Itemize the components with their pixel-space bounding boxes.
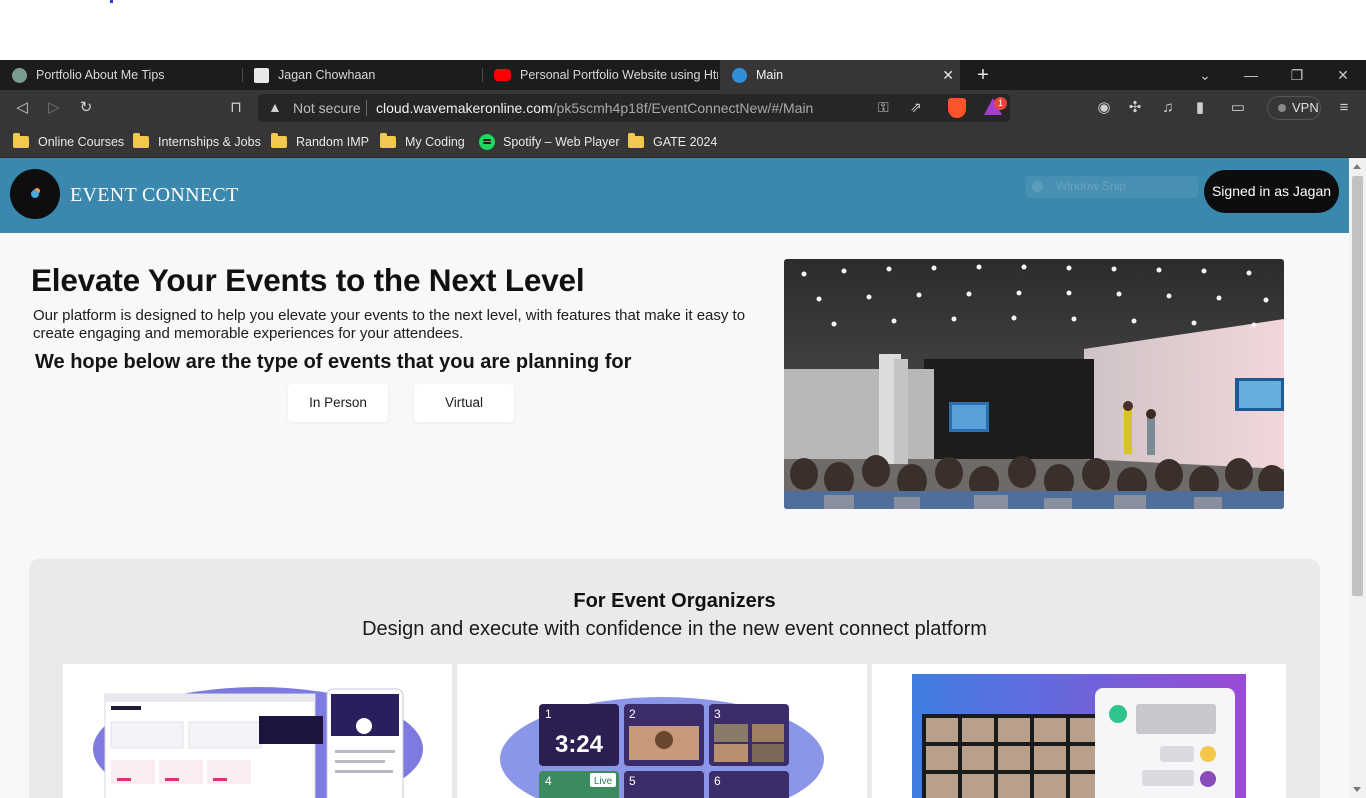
event-hall-illustration [784, 259, 1284, 509]
dashboard-mockup-illustration [93, 687, 423, 798]
tab-main[interactable]: Main ✕ [720, 60, 960, 90]
live-badge: Live [594, 776, 613, 787]
bookmark-page-icon[interactable]: ⊓ [226, 98, 246, 118]
tile-number: 4 [545, 774, 552, 788]
tile-number: 6 [714, 774, 721, 788]
tile-number: 3 [714, 707, 721, 721]
tab-youtube-portfolio[interactable]: Personal Portfolio Website using Html [482, 60, 718, 90]
bookmark-random-imp[interactable]: Random IMP [271, 132, 369, 152]
tile-number: 2 [629, 707, 636, 721]
bookmark-label: Internships & Jobs [158, 135, 261, 149]
tab-portfolio-tips[interactable]: Portfolio About Me Tips [0, 60, 240, 90]
bookmark-label: Spotify – Web Player [503, 135, 620, 149]
virtual-stage-illustration: 1 2 3 4 5 6 3:24 Live [500, 697, 824, 798]
bookmark-gate-2024[interactable]: GATE 2024 [628, 132, 717, 152]
wavemaker-icon [732, 67, 747, 83]
hero-description: Our platform is designed to help you ele… [33, 307, 746, 342]
key-icon[interactable]: ⚿ [878, 99, 889, 116]
feature-card-virtual-stage[interactable]: 1 2 3 4 5 6 3:24 Live [457, 664, 867, 798]
countdown-timer: 3:24 [555, 731, 604, 758]
site-header: EVENT CONNECT Window Snip Signed in as J… [0, 158, 1349, 233]
security-label[interactable]: Not secure [293, 100, 361, 116]
bookmarks-bar: Online Courses Internships & Jobs Random… [0, 126, 1366, 158]
scrollbar-thumb[interactable] [1352, 176, 1363, 596]
page-scrollbar[interactable] [1349, 158, 1366, 798]
folder-icon [380, 133, 396, 148]
folder-icon [13, 133, 29, 148]
url-path: /pk5scmh4p18f/EventConnectNew/#/Main [552, 100, 814, 116]
extension-ghost-icon[interactable]: ◉ [1095, 99, 1113, 117]
bookmark-label: Online Courses [38, 135, 125, 149]
bookmark-label: Random IMP [296, 135, 369, 149]
share-icon[interactable]: ⇗ [910, 99, 922, 116]
bookmark-my-coding[interactable]: My Coding [380, 132, 465, 152]
minimize-button[interactable]: — [1231, 62, 1271, 88]
snip-label: Window Snip [1056, 179, 1127, 193]
bookmark-label: GATE 2024 [653, 135, 718, 149]
tab-title: Jagan Chowhaan [278, 68, 376, 82]
restore-button[interactable]: ❐ [1277, 62, 1317, 88]
warning-icon[interactable]: ▲ [268, 99, 282, 115]
brand-name[interactable]: EVENT CONNECT [70, 184, 239, 207]
close-tab-icon[interactable]: ✕ [942, 67, 954, 84]
reload-button[interactable]: ↻ [76, 98, 96, 118]
profile-page-icon [254, 67, 269, 83]
bookmark-internships-jobs[interactable]: Internships & Jobs [133, 132, 261, 152]
bookmark-spotify[interactable]: Spotify – Web Player [479, 132, 620, 152]
folder-icon [271, 133, 287, 148]
bookmark-label: My Coding [405, 135, 465, 149]
organizers-section: For Event Organizers Design and execute … [29, 559, 1320, 798]
folder-icon [133, 133, 149, 148]
organizers-subtitle: Design and execute with confidence in th… [362, 618, 987, 640]
music-note-icon[interactable]: ♫ [1159, 99, 1177, 117]
scroll-down-arrow-icon[interactable] [1353, 787, 1361, 792]
snip-close-icon [1032, 181, 1043, 192]
in-person-button[interactable]: In Person [288, 384, 388, 422]
url-text[interactable]: cloud.wavemakeronline.com/pk5scmh4p18f/E… [376, 100, 813, 116]
video-conference-illustration [912, 674, 1246, 798]
extensions-puzzle-icon[interactable]: ✣ [1126, 99, 1144, 117]
tab-title: Portfolio About Me Tips [36, 68, 165, 82]
address-bar[interactable]: ▲ Not secure cloud.wavemakeronline.com/p… [258, 94, 1010, 122]
url-host: cloud.wavemakeronline.com [376, 100, 553, 116]
tab-strip: Portfolio About Me Tips Jagan Chowhaan P… [0, 60, 1366, 90]
rewards-badge: 1 [994, 97, 1007, 110]
event-hall-photo [784, 259, 1284, 509]
bookmark-online-courses[interactable]: Online Courses [13, 132, 124, 152]
page-top-margin [0, 0, 1366, 60]
spotify-icon [479, 134, 495, 150]
sidebar-icon[interactable]: ▮ [1191, 99, 1209, 117]
tab-jagan-chowhaan[interactable]: Jagan Chowhaan [242, 60, 482, 90]
tab-title: Main [756, 68, 784, 82]
chatgpt-icon [12, 67, 27, 83]
youtube-icon [494, 69, 511, 81]
signed-in-button[interactable]: Signed in as Jagan [1204, 170, 1339, 213]
tile-number: 5 [629, 774, 636, 788]
cursor-dot [110, 0, 113, 3]
organizers-title: For Event Organizers [573, 590, 776, 612]
page-viewport: EVENT CONNECT Window Snip Signed in as J… [0, 158, 1349, 798]
brave-shields-icon[interactable] [948, 98, 966, 118]
feature-card-dashboard[interactable] [63, 664, 452, 798]
feature-card-video-conference[interactable] [872, 664, 1286, 798]
new-tab-button[interactable]: + [972, 64, 994, 86]
menu-icon[interactable]: ≡ [1335, 99, 1353, 117]
wallet-icon[interactable]: ▭ [1229, 99, 1247, 117]
virtual-button[interactable]: Virtual [414, 384, 514, 422]
folder-icon [628, 133, 644, 148]
tab-search-chevron-icon[interactable]: ⌄ [1185, 62, 1225, 88]
close-window-button[interactable]: ✕ [1323, 62, 1363, 88]
hero-title: Elevate Your Events to the Next Level [31, 262, 585, 298]
vpn-button[interactable]: VPN [1267, 96, 1321, 120]
tab-title: Personal Portfolio Website using Html [520, 68, 718, 82]
event-connect-logo[interactable] [10, 169, 60, 219]
tile-number: 1 [545, 707, 552, 721]
event-type-heading: We hope below are the type of events tha… [35, 351, 632, 373]
address-separator [366, 100, 367, 116]
forward-button[interactable]: ▷ [44, 98, 64, 118]
scroll-up-arrow-icon[interactable] [1353, 164, 1361, 169]
back-button[interactable]: ◁ [12, 98, 32, 118]
window-snip-overlay: Window Snip [1026, 176, 1198, 198]
